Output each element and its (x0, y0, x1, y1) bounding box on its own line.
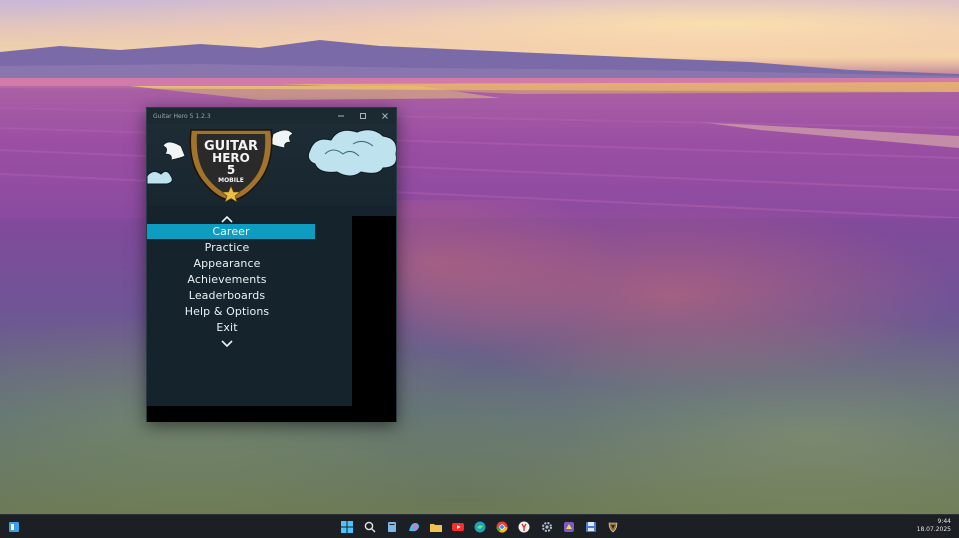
youtube-icon[interactable] (450, 519, 466, 535)
taskbar: 9:44 18.07.2025 (0, 514, 959, 538)
main-menu: Career Practice Appearance Achievements … (147, 212, 352, 412)
minimize-icon (338, 115, 344, 117)
close-button[interactable] (374, 108, 396, 124)
start-icon[interactable] (339, 519, 355, 535)
file-explorer-icon[interactable] (428, 519, 444, 535)
yandex-icon[interactable] (516, 519, 532, 535)
menu-item-leaderboards[interactable]: Leaderboards (147, 288, 307, 303)
lavender-rows (0, 78, 959, 218)
game-banner: GUITAR HERO 5 MOBILE (147, 124, 396, 206)
system-clock[interactable]: 9:44 18.07.2025 (917, 518, 951, 534)
menu-item-label: Career (212, 225, 250, 238)
menu-item-exit[interactable]: Exit (147, 320, 307, 335)
guitar-hero-icon[interactable] (605, 519, 621, 535)
widgets-icon[interactable] (6, 519, 22, 535)
menu-item-career[interactable]: Career (147, 224, 315, 239)
clock-date: 18.07.2025 (916, 526, 951, 533)
edge-icon[interactable] (472, 519, 488, 535)
minimize-button[interactable] (330, 108, 352, 124)
window-titlebar[interactable]: Guitar Hero 5 1.2.3 (147, 108, 396, 124)
menu-item-label: Exit (216, 321, 238, 334)
menu-item-label: Practice (204, 241, 250, 254)
app-icon[interactable] (561, 519, 577, 535)
save-icon[interactable] (583, 519, 599, 535)
desktop-wallpaper (0, 0, 959, 514)
guitar-hero-logo: GUITAR HERO 5 MOBILE (147, 129, 396, 203)
search-icon[interactable] (362, 519, 378, 535)
menu-item-achievements[interactable]: Achievements (147, 272, 307, 287)
window-title: Guitar Hero 5 1.2.3 (153, 112, 211, 120)
menu-item-help-options[interactable]: Help & Options (147, 304, 307, 319)
menu-item-practice[interactable]: Practice (147, 240, 307, 255)
settings-icon[interactable] (539, 519, 555, 535)
maximize-icon (360, 113, 366, 119)
files-icon[interactable] (384, 519, 400, 535)
app-window[interactable]: Guitar Hero 5 1.2.3 GUITAR HERO 5 MOBILE… (146, 107, 397, 422)
logo-number: 5 (227, 163, 235, 177)
softkey-bar (147, 406, 396, 422)
scroll-down-icon[interactable] (220, 338, 234, 348)
lavender-field (0, 200, 959, 514)
mountain-silhouette (0, 40, 959, 82)
menu-item-label: Achievements (187, 273, 267, 286)
clock-time: 9:44 (937, 518, 951, 525)
menu-item-label: Help & Options (184, 305, 270, 318)
side-panel (352, 216, 396, 414)
menu-item-label: Appearance (193, 257, 261, 270)
logo-sub: MOBILE (218, 177, 244, 184)
maximize-button[interactable] (352, 108, 374, 124)
copilot-icon[interactable] (406, 519, 422, 535)
menu-item-appearance[interactable]: Appearance (147, 256, 307, 271)
chrome-icon[interactable] (494, 519, 510, 535)
menu-item-label: Leaderboards (188, 289, 266, 302)
close-icon (382, 113, 388, 119)
